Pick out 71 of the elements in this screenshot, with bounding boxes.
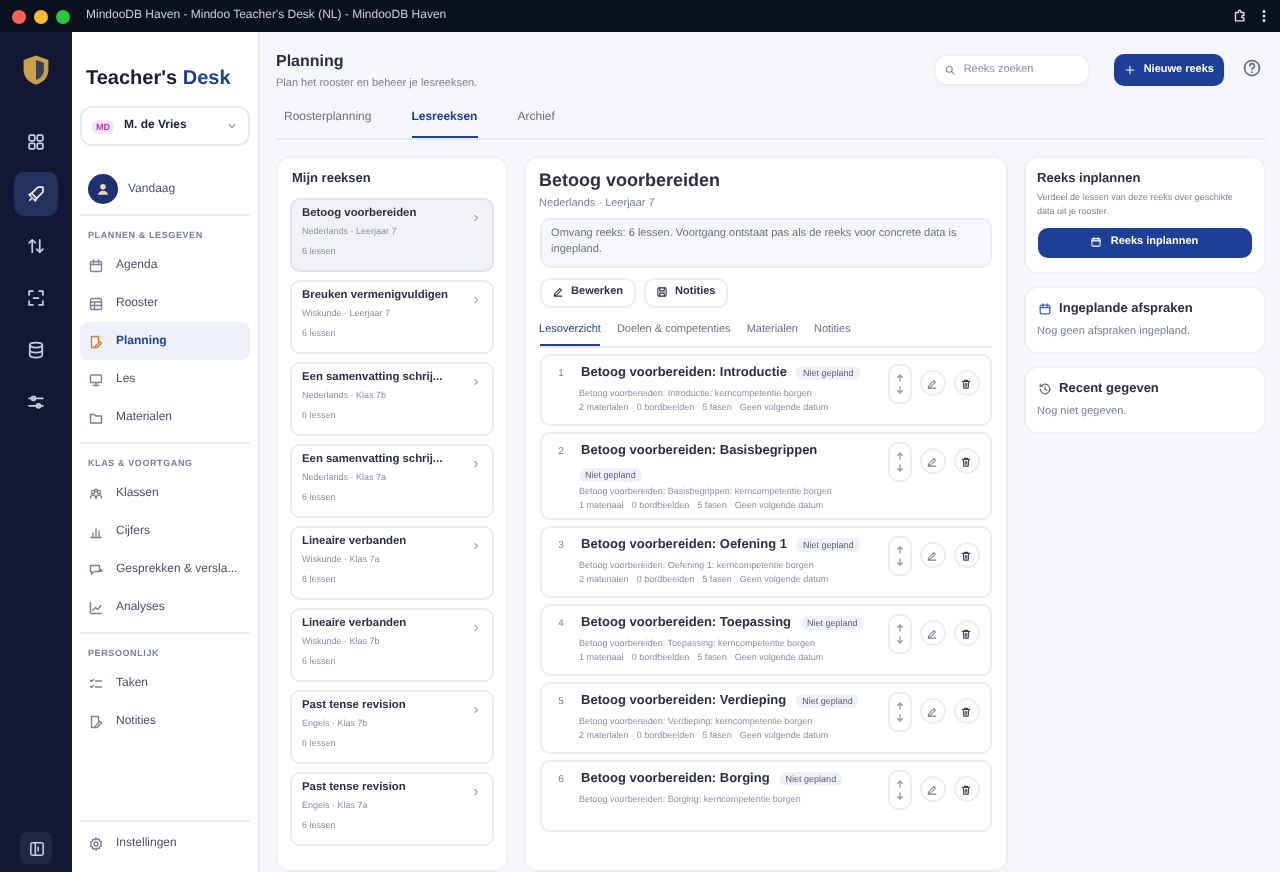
note-icon <box>88 713 104 729</box>
trash-icon <box>960 783 973 795</box>
plus-icon <box>1123 64 1136 76</box>
up-down-arrows-icon <box>893 543 906 567</box>
pencil-icon <box>926 783 939 795</box>
group-icon <box>88 485 104 501</box>
up-down-arrows-icon <box>893 371 906 395</box>
up-down-arrows-icon <box>893 449 906 473</box>
delete-lesson-button[interactable] <box>953 542 980 568</box>
chevron-right-icon <box>469 786 482 798</box>
puzzle-icon <box>1232 8 1248 24</box>
up-down-arrows-icon <box>893 621 906 645</box>
trash-icon <box>960 377 973 389</box>
chevron-down-icon <box>226 120 238 132</box>
schedule-icon <box>88 295 104 311</box>
delete-lesson-button[interactable] <box>953 620 980 646</box>
calendar-icon <box>88 257 104 273</box>
trash-icon <box>960 627 973 639</box>
trash-icon <box>960 705 973 717</box>
window-zoom-button[interactable] <box>56 9 70 23</box>
calendar-icon <box>1090 236 1103 248</box>
pencil-icon <box>926 705 939 717</box>
calendar-icon <box>1037 301 1052 315</box>
chevron-right-icon <box>469 540 482 552</box>
delete-lesson-button[interactable] <box>953 698 980 724</box>
notes-icon <box>655 286 668 298</box>
up-down-arrows-icon <box>893 777 906 801</box>
bar-chart-icon <box>88 523 104 539</box>
series-heading: Betoog voorbereiden <box>539 170 723 190</box>
pencil-icon <box>926 455 939 467</box>
rail-button[interactable] <box>14 172 58 216</box>
pencil-icon <box>926 549 939 561</box>
line-chart-icon <box>88 599 104 615</box>
trash-icon <box>960 455 973 467</box>
settings-icon <box>88 835 104 851</box>
sliders-icon <box>26 392 46 412</box>
chevron-right-icon <box>469 622 482 634</box>
delete-lesson-button[interactable] <box>953 370 980 396</box>
chevron-right-icon <box>469 294 482 306</box>
pencil-icon <box>926 627 939 639</box>
pencil-icon <box>926 377 939 389</box>
help-icon <box>1242 58 1262 78</box>
page-title: Planning <box>276 51 346 69</box>
note-icon <box>88 333 104 349</box>
chat-icon <box>88 561 104 577</box>
chevron-right-icon <box>469 212 482 224</box>
up-down-arrows-icon <box>26 236 46 256</box>
chevron-right-icon <box>469 458 482 470</box>
history-icon <box>1037 381 1052 395</box>
database-icon <box>26 340 46 360</box>
up-down-arrows-icon <box>893 699 906 723</box>
delete-lesson-button[interactable] <box>953 448 980 474</box>
rocket-icon <box>26 184 46 204</box>
delete-lesson-button[interactable] <box>953 776 980 802</box>
scan-icon <box>26 288 46 308</box>
folder-icon <box>88 409 104 425</box>
help-button[interactable] <box>1242 58 1266 82</box>
sidebar-toggle-icon <box>27 839 45 857</box>
today-avatar-icon <box>88 174 118 204</box>
shield-logo-icon <box>18 52 54 88</box>
app-logo: Teacher's Desk <box>84 68 233 90</box>
window-close-button[interactable] <box>12 9 26 23</box>
pencil-icon <box>551 286 564 298</box>
grid-icon <box>26 132 46 152</box>
window-minimize-button[interactable] <box>34 9 48 23</box>
monitor-icon <box>88 371 104 387</box>
sidebar-toggle-button[interactable] <box>20 832 52 864</box>
chevron-right-icon <box>469 704 482 716</box>
chevron-right-icon <box>469 376 482 388</box>
trash-icon <box>960 549 973 561</box>
checklist-icon <box>88 675 104 691</box>
